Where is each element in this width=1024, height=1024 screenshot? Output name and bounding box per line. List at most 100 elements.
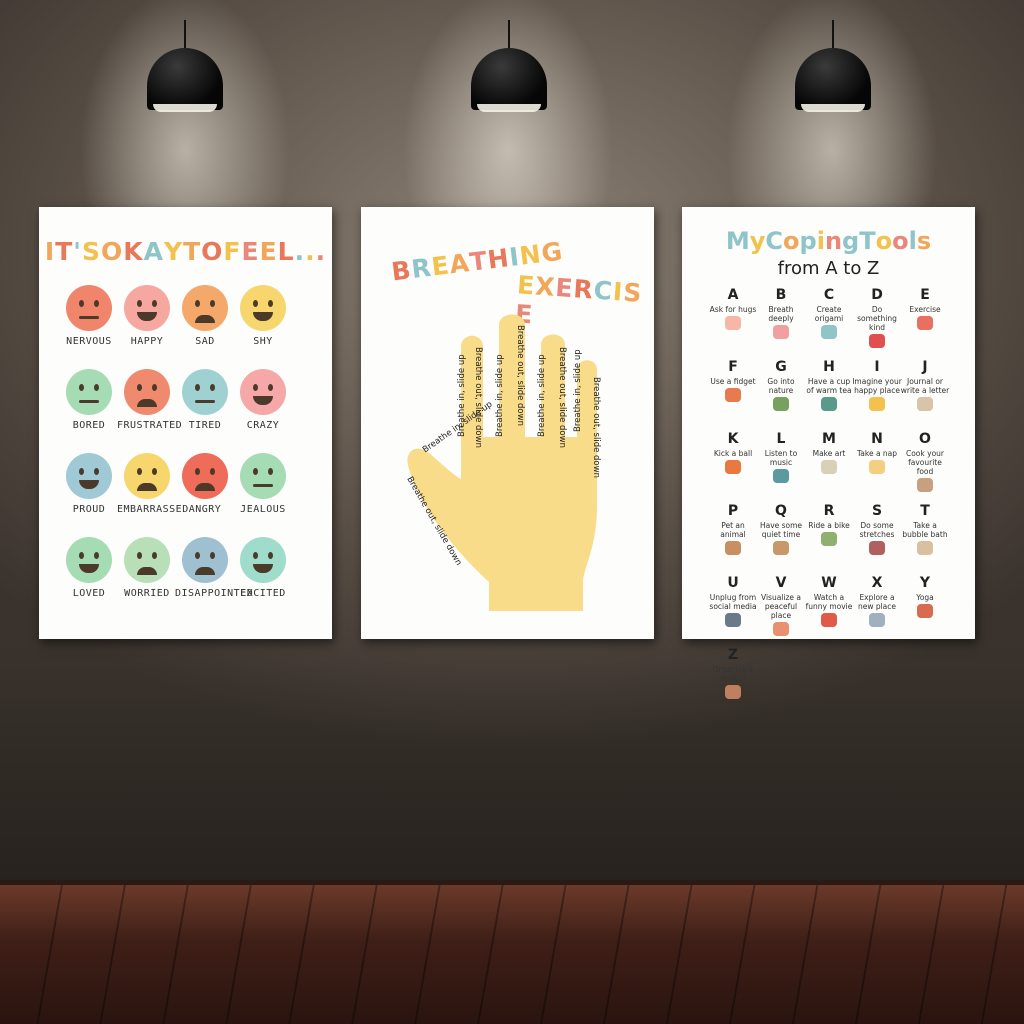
letter: B [775,287,787,303]
emotion-item: FRUSTRATED [117,369,183,431]
emoji-face-icon [66,453,112,499]
poster-coping-tools: My Coping Tools from A to Z A Ask for hug… [682,207,975,699]
coping-tool-icon [821,532,837,546]
emoji-face-icon [182,537,228,583]
coping-tool-icon [917,316,933,330]
finger-instruction: Breathe in, slide up [457,354,467,437]
coping-tool-item: M Make art [804,431,854,501]
emotion-item: JEALOUS [233,453,293,515]
coping-tool-label: Make art [812,449,846,458]
ceiling-lamp [145,0,225,112]
coping-tool-label: Imagine your happy place [852,377,902,395]
coping-tool-item: U Unplug from social media [708,575,758,645]
coping-tool-label: Unplug from social media [709,593,757,611]
coping-tool-icon [869,460,885,474]
coping-tool-item: N Take a nap [852,431,902,501]
emotion-item: EMBARRASSED [117,453,189,515]
coping-tool-item: S Do some stretches [852,503,902,573]
emoji-face-icon [182,285,228,331]
coping-tool-item: H Have a cup of warm tea [804,359,854,429]
coping-tool-label: Visualize a peaceful place [760,593,801,620]
coping-tool-label: Cook your favourite food [905,449,944,476]
coping-tool-item: I Imagine your happy place [852,359,902,429]
coping-tool-label: Kick a ball [713,449,753,458]
emotion-label: SAD [195,336,215,347]
coping-tool-label: Exercise [909,305,941,314]
emotion-label: FRUSTRATED [117,420,183,431]
emotion-item: ANGRY [175,453,235,515]
coping-tool-item: D Do something kind [852,287,902,357]
emoji-face-icon [240,453,286,499]
coping-tool-item: R Ride a bike [804,503,854,573]
letter: D [871,287,883,303]
coping-tool-icon [725,685,741,699]
coping-tool-item: L Listen to music [756,431,806,501]
coping-tool-label: Ask for hugs [709,305,757,314]
coping-tool-label: Organize a drawer [712,665,754,683]
letter: Z [727,647,739,663]
poster-subtitle: from A to Z [777,258,880,279]
emotion-item: EXCITED [233,537,293,599]
emotion-label: TIRED [188,420,222,431]
coping-tool-label: Take a bubble bath [902,521,948,539]
coping-tool-label: Have a cup of warm tea [806,377,852,395]
coping-tool-item: Y Yoga [900,575,950,645]
coping-tool-icon [821,460,837,474]
letter: O [919,431,931,447]
finger-instruction: Breathe in, slide up [495,354,505,437]
coping-tool-icon [725,460,741,474]
coping-tool-label: Listen to music [764,449,798,467]
coping-tool-label: Use a fidget [710,377,756,386]
coping-tool-item: W Watch a funny movie [804,575,854,645]
letter: M [822,431,836,447]
letter: C [823,287,835,303]
coping-tool-item: Q Have some quiet time [756,503,806,573]
finger-instruction: Breathe out, slide down [515,325,525,426]
coping-tool-item: K Kick a ball [708,431,758,501]
coping-tool-label: Watch a funny movie [805,593,853,611]
letter: H [823,359,835,375]
coping-tool-label: Journal or write a letter [900,377,950,395]
coping-tool-label: Pet an animal [720,521,746,539]
emotion-label: EXCITED [240,588,286,599]
poster-title: IT'S OKAY TO FEEL... [44,237,327,266]
finger-instruction: Breathe out, slide down [557,347,567,448]
coping-tool-label: Breath deeply [768,305,794,323]
coping-tool-item: V Visualize a peaceful place [756,575,806,645]
coping-tool-label: Take a nap [856,449,898,458]
coping-tool-icon [773,622,789,636]
coping-tool-icon [917,541,933,555]
emotion-label: HAPPY [130,336,164,347]
emotion-label: PROUD [72,504,106,515]
emotion-label: EMBARRASSED [117,504,189,515]
ceiling-lamp [793,0,873,112]
emotion-label: WORRIED [124,588,170,599]
emotion-item: CRAZY [233,369,293,431]
emoji-face-icon [66,537,112,583]
coping-tool-icon [773,325,789,339]
coping-tool-icon [917,397,933,411]
coping-tool-item: G Go into nature [756,359,806,429]
emotion-item: NERVOUS [59,285,119,347]
letter: Q [775,503,787,519]
emotion-item: BORED [59,369,119,431]
emotion-label: ANGRY [188,504,222,515]
letter: W [821,575,837,591]
finger-instruction: Breathe out, slide down [473,347,483,448]
letter: I [874,359,880,375]
coping-tool-item: X Explore a new place [852,575,902,645]
coping-tool-icon [725,613,741,627]
emotion-label: LOVED [72,588,106,599]
coping-tool-icon [869,334,885,348]
emoji-face-icon [182,369,228,415]
letter: V [775,575,787,591]
finger-instruction: Breathe in, slide up [537,354,547,437]
coping-tool-icon [821,325,837,339]
coping-tool-item: T Take a bubble bath [900,503,950,573]
coping-tool-icon [725,388,741,402]
poster-feelings: IT'S OKAY TO FEEL... NERVOUS HAPPY SAD SHY B… [39,207,332,639]
emoji-face-icon [66,369,112,415]
finger-instruction: Breathe out, slide down [591,377,601,478]
coping-tool-item: C Create origami [804,287,854,357]
coping-tool-icon [773,469,789,483]
